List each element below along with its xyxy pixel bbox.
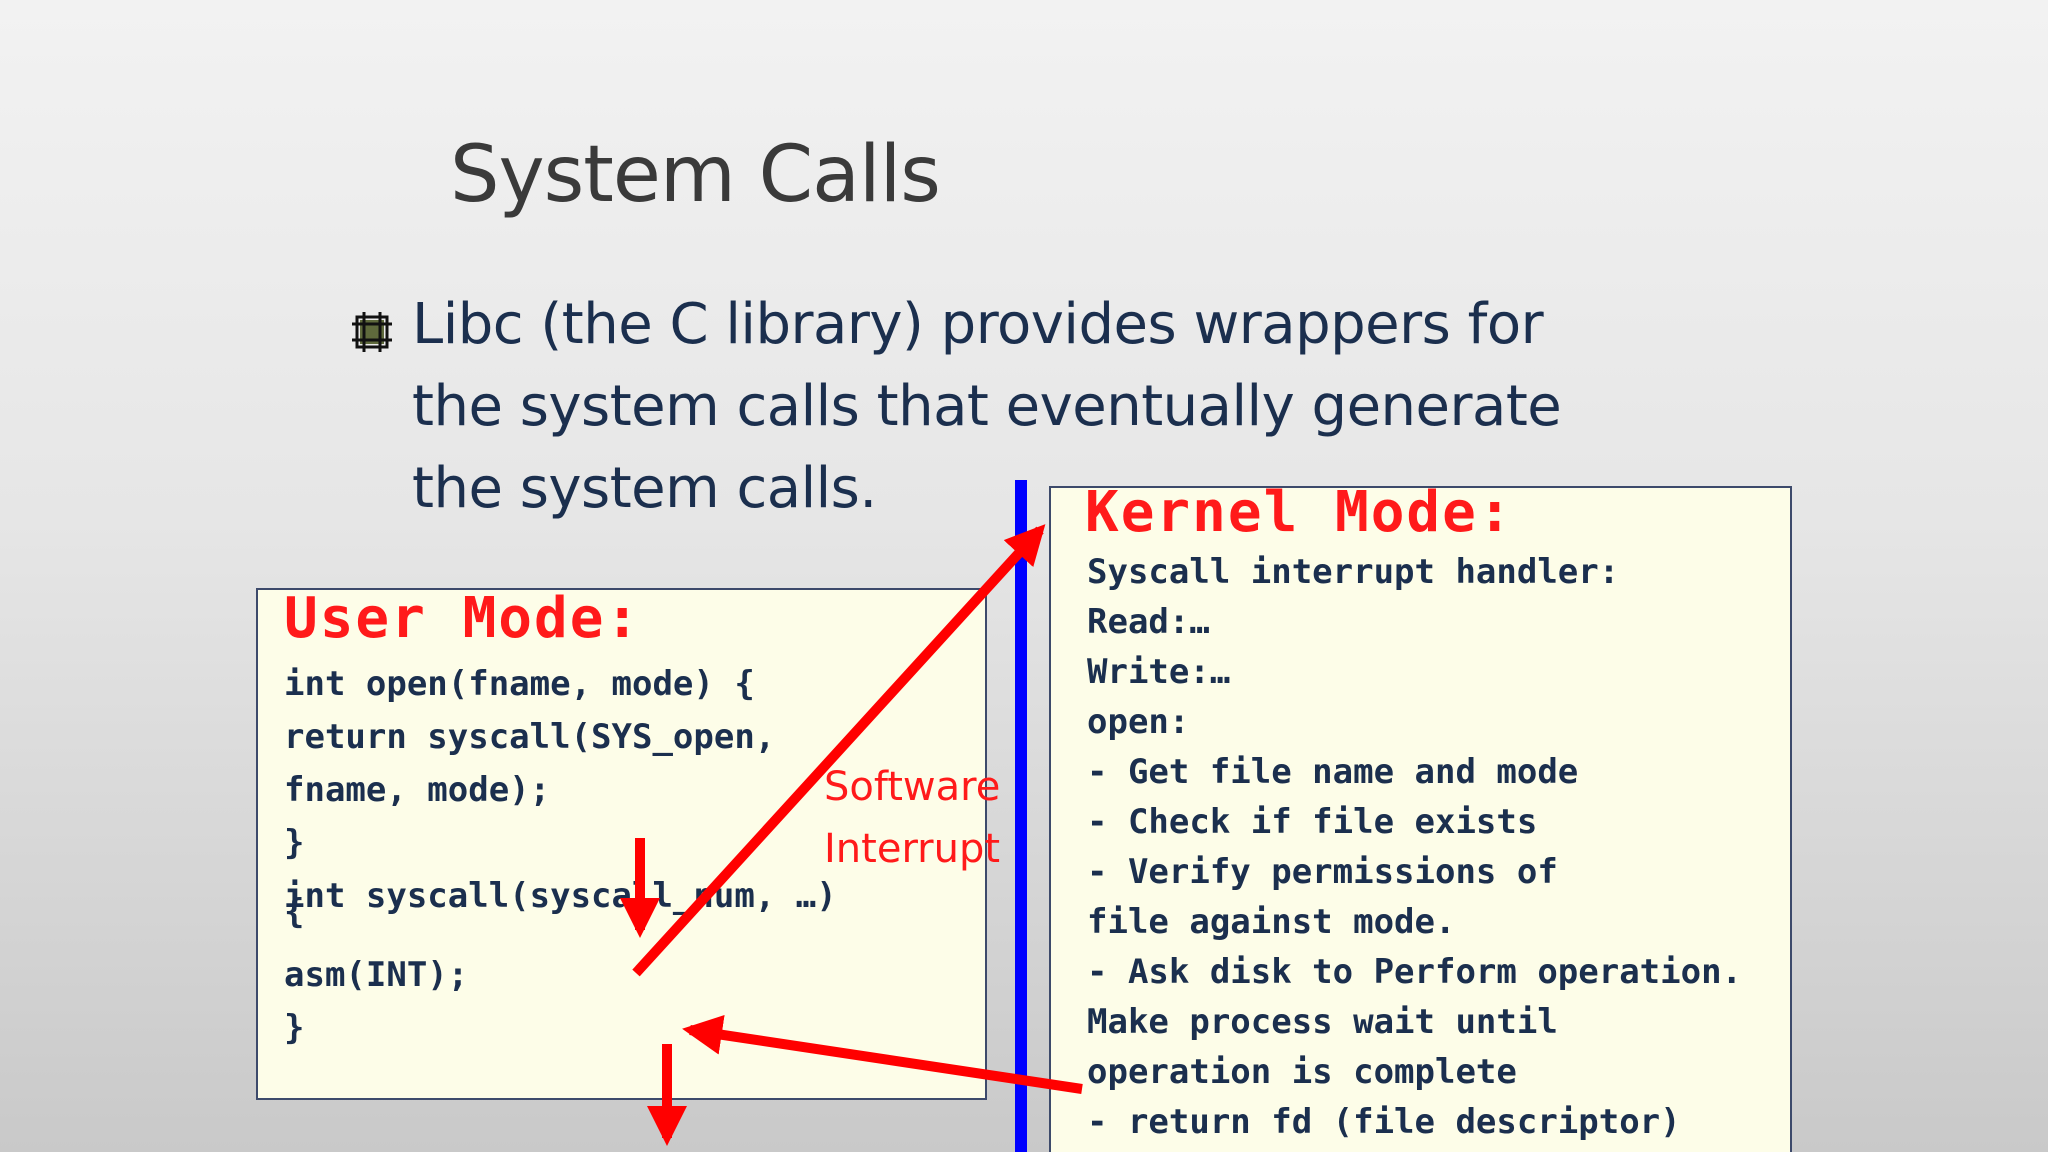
- code-line: fname, mode);: [284, 770, 551, 810]
- software-interrupt-label: Software: [824, 764, 1001, 810]
- code-line: Read:…: [1087, 602, 1210, 642]
- square-bullet-icon: [352, 312, 392, 352]
- slide-title: System Calls: [450, 130, 941, 220]
- code-line: Write:…: [1087, 652, 1231, 692]
- code-line: - Verify permissions of: [1087, 852, 1558, 892]
- bullet-line: Libc (the C library) provides wrappers f…: [412, 292, 1544, 357]
- code-line: operation is complete: [1087, 1052, 1517, 1092]
- code-line: {: [284, 892, 305, 932]
- code-line: open:: [1087, 702, 1190, 742]
- code-line: - return fd (file descriptor): [1087, 1102, 1681, 1142]
- code-line: asm(INT);: [284, 955, 469, 995]
- code-line: file against mode.: [1087, 902, 1456, 942]
- kernel-mode-box: Kernel Mode: Syscall interrupt handler: …: [1049, 480, 1792, 1152]
- code-line: }: [284, 1008, 305, 1048]
- code-line: Syscall interrupt handler:: [1087, 552, 1620, 592]
- code-line: int open(fname, mode) {: [284, 664, 755, 704]
- bullet-line: the system calls that eventually generat…: [412, 374, 1562, 439]
- kernel-mode-title: Kernel Mode:: [1085, 480, 1514, 545]
- software-interrupt-label: Interrupt: [824, 826, 1001, 872]
- code-line: Make process wait until: [1087, 1002, 1558, 1042]
- code-line: - Ask disk to Perform operation.: [1087, 952, 1743, 992]
- code-line: return syscall(SYS_open,: [284, 717, 776, 757]
- code-line: int syscall(syscall_num, …): [284, 876, 837, 916]
- code-line: - Get file name and mode: [1087, 752, 1579, 792]
- code-line: - Check if file exists: [1087, 802, 1538, 842]
- code-line: }: [284, 823, 305, 863]
- user-mode-title: User Mode:: [284, 586, 642, 651]
- bullet-line: the system calls.: [412, 456, 877, 521]
